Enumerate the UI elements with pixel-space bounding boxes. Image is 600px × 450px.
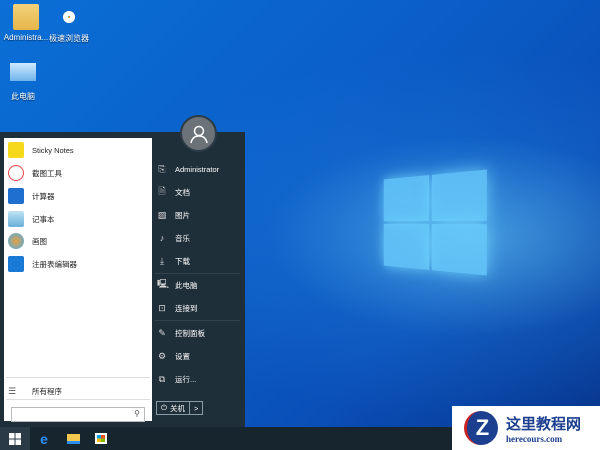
music-icon: ♪ [159,233,165,243]
menu-pictures[interactable]: ▨ 图片 [157,206,190,224]
menu-control-panel[interactable]: ✎ 控制面板 [157,324,205,342]
menu-documents[interactable]: 🗎 文档 [157,183,190,201]
all-programs-button[interactable]: ☰ 所有程序 [8,381,62,401]
search-input[interactable] [12,408,122,421]
watermark-title: 这里教程网 [506,414,582,433]
divider [6,399,150,400]
taskbar-edge[interactable]: e [29,427,59,450]
watermark-logo-icon: Z [464,411,498,445]
menu-music[interactable]: ♪ 音乐 [157,229,190,247]
app-paint[interactable]: 画图 [8,231,47,251]
divider [155,273,240,274]
folder-icon [66,433,80,444]
wrench-icon: ✎ [158,327,166,338]
computer-icon [10,63,36,81]
taskbar-file-explorer[interactable] [58,427,88,450]
desktop-icon-this-pc[interactable]: 此电脑 [0,63,49,102]
start-left-panel: Sticky Notes 截图工具 计算器 记事本 画图 注册表编辑器 ☰ 所有程… [4,138,152,422]
paint-icon [8,233,24,249]
connect-icon: ⊡ [158,302,166,313]
divider [6,377,150,378]
notepad-icon [8,211,24,227]
app-registry-editor[interactable]: 注册表编辑器 [8,254,77,274]
shutdown-control: ⏻ 关机 > [156,401,204,415]
app-sticky-notes[interactable]: Sticky Notes [8,140,74,160]
browser-icon [56,4,82,30]
user-avatar[interactable] [180,115,217,152]
edge-icon: e [40,430,48,447]
app-calculator[interactable]: 计算器 [8,186,55,206]
download-icon: ⤓ [160,255,164,266]
user-icon [189,125,208,143]
computer-icon: 🖳 [157,279,170,289]
app-notepad[interactable]: 记事本 [8,209,55,229]
search-box[interactable]: ⚲ [11,407,145,422]
start-button[interactable] [0,427,30,450]
windows-wallpaper-logo [383,169,487,276]
watermark: Z 这里教程网 herecours.com [452,406,600,450]
start-menu: Sticky Notes 截图工具 计算器 记事本 画图 注册表编辑器 ☰ 所有程… [0,115,245,427]
gear-icon: ⚙ [157,350,167,361]
app-snipping-tool[interactable]: 截图工具 [8,163,62,183]
menu-downloads[interactable]: ⤓ 下载 [157,252,190,270]
store-icon [95,433,107,444]
user-folder-icon [13,4,39,30]
run-icon: ⧉ [158,373,166,384]
menu-this-pc[interactable]: 🖳 此电脑 [157,276,198,294]
snipping-tool-icon [8,165,24,181]
menu-connect-to[interactable]: ⊡ 连接到 [157,299,197,317]
sticky-notes-icon [8,142,24,158]
power-icon: ⏻ [161,403,167,412]
list-icon: ☰ [8,385,17,396]
taskbar-store[interactable] [86,427,116,450]
desktop-icon-browser[interactable]: 极速浏览器 [43,4,95,44]
picture-icon: ▨ [157,209,167,220]
user-doc-icon: ⎘ [158,163,166,174]
windows-icon [9,432,21,445]
watermark-url: herecours.com [506,433,563,444]
calculator-icon [8,188,24,204]
document-icon: 🗎 [158,186,166,196]
divider [155,320,240,321]
shutdown-options-button[interactable]: > [188,402,202,414]
registry-editor-icon [8,256,24,272]
menu-settings[interactable]: ⚙ 设置 [157,347,190,365]
shutdown-button[interactable]: ⏻ 关机 [157,402,189,414]
menu-run[interactable]: ⧉ 运行... [157,370,196,388]
search-icon[interactable]: ⚲ [134,409,140,418]
menu-administrator[interactable]: ⎘ Administrator [157,160,219,178]
